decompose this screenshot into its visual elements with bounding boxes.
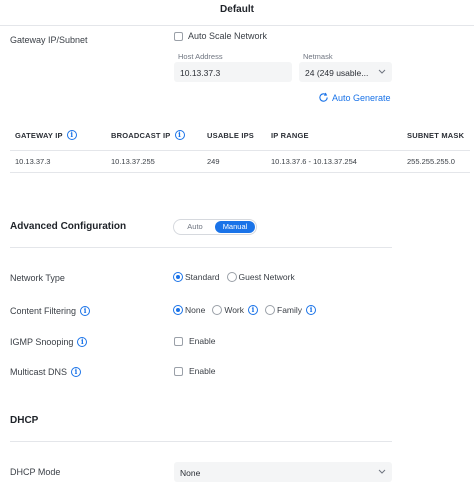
dhcp-divider [10, 441, 392, 442]
work-label: Work [224, 305, 245, 315]
content-filtering-label: Content Filtering [10, 306, 77, 316]
info-icon[interactable]: i [66, 130, 77, 140]
network-type-guest-option[interactable]: Guest Network [226, 272, 295, 282]
mdns-enable-label: Enable [189, 366, 216, 376]
col-usable-ips: USABLE IPS [207, 131, 255, 140]
mdns-enable-checkbox[interactable] [174, 366, 183, 376]
mode-auto-button[interactable]: Auto [175, 221, 215, 233]
header-divider [0, 25, 474, 26]
auto-scale-label: Auto Scale Network [188, 31, 268, 41]
content-filtering-options: None Work i Family i [173, 305, 317, 315]
netmask-select[interactable]: 24 (249 usable... [299, 62, 392, 82]
radio-work[interactable] [212, 305, 223, 315]
dhcp-mode-value: None [180, 468, 201, 478]
family-label: Family [277, 305, 303, 315]
advanced-configuration-title: Advanced Configuration [10, 221, 127, 232]
igmp-snooping-label: IGMP Snooping [10, 337, 74, 347]
chevron-down-icon [378, 69, 386, 74]
radio-standard[interactable] [173, 272, 183, 282]
cell-broadcast-ip: 10.13.37.255 [111, 157, 155, 166]
mode-manual-button[interactable]: Manual [215, 221, 255, 233]
cell-usable-ips: 249 [207, 157, 220, 166]
page-title: Default [220, 4, 254, 15]
standard-label: Standard [185, 272, 220, 282]
host-address-label: Host Address [178, 52, 223, 61]
mdns-enable-option[interactable]: Enable [174, 366, 215, 376]
filter-none-option[interactable]: None [173, 305, 205, 315]
dhcp-title: DHCP [10, 415, 39, 426]
dhcp-mode-label: DHCP Mode [10, 467, 61, 477]
chevron-down-icon [378, 469, 386, 474]
col-broadcast-ip: BROADCAST IP i [111, 130, 185, 140]
netmask-value: 24 (249 usable... [305, 68, 369, 78]
gateway-subnet-label: Gateway IP/Subnet [10, 35, 88, 45]
col-gateway-ip: GATEWAY IP i [15, 130, 77, 140]
igmp-enable-label: Enable [189, 336, 216, 346]
info-icon[interactable]: i [306, 305, 317, 315]
netmask-label: Netmask [303, 52, 333, 61]
auto-scale-network-option[interactable]: Auto Scale Network [174, 31, 267, 41]
network-type-standard-option[interactable]: Standard [173, 272, 220, 282]
igmp-snooping-label-group: IGMP Snooping i [10, 337, 88, 347]
none-label: None [185, 305, 206, 315]
col-broadcast-ip-label: BROADCAST IP [111, 130, 171, 140]
cell-ip-range: 10.13.37.6 - 10.13.37.254 [271, 157, 357, 166]
info-icon[interactable]: i [71, 367, 82, 377]
info-icon[interactable]: i [77, 337, 88, 347]
radio-none[interactable] [173, 305, 183, 315]
info-icon[interactable]: i [248, 305, 259, 315]
igmp-enable-checkbox[interactable] [174, 336, 183, 346]
table-bottom-divider [10, 172, 470, 173]
col-subnet-mask: SUBNET MASK [407, 131, 465, 140]
radio-family[interactable] [265, 305, 276, 315]
network-type-options: Standard Guest Network [173, 272, 295, 282]
col-gateway-ip-label: GATEWAY IP [15, 130, 63, 140]
cell-subnet-mask: 255.255.255.0 [407, 157, 455, 166]
host-address-input[interactable]: 10.13.37.3 [174, 62, 292, 82]
section-divider [10, 247, 392, 248]
auto-generate-label: Auto Generate [332, 92, 391, 103]
multicast-dns-label: Multicast DNS [10, 367, 68, 377]
mode-toggle[interactable]: Auto Manual [173, 219, 257, 235]
dhcp-mode-select[interactable]: None [174, 462, 392, 482]
filter-family-option[interactable]: Family i [265, 305, 317, 315]
info-icon[interactable]: i [174, 130, 185, 140]
filter-work-option[interactable]: Work i [212, 305, 259, 315]
multicast-dns-label-group: Multicast DNS i [10, 367, 82, 377]
network-type-label: Network Type [10, 273, 65, 283]
guest-network-label: Guest Network [238, 272, 295, 282]
info-icon[interactable]: i [80, 306, 91, 316]
refresh-icon [319, 92, 328, 102]
cell-gateway-ip: 10.13.37.3 [15, 157, 51, 166]
content-filtering-label-group: Content Filtering i [10, 306, 91, 316]
table-row: 10.13.37.3 10.13.37.255 249 10.13.37.6 -… [0, 151, 474, 171]
col-ip-range: IP RANGE [271, 131, 309, 140]
radio-guest-network[interactable] [226, 272, 237, 282]
auto-generate-button[interactable]: Auto Generate [318, 92, 391, 103]
auto-scale-checkbox[interactable] [174, 31, 183, 41]
igmp-enable-option[interactable]: Enable [174, 336, 215, 346]
